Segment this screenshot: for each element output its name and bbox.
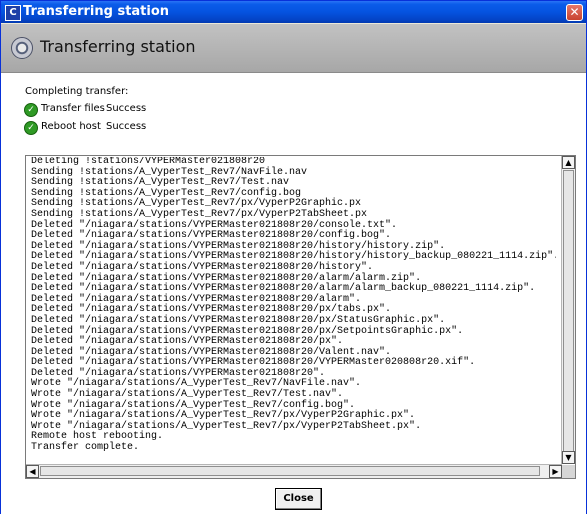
scroll-left-icon[interactable]: ◀ <box>26 465 39 478</box>
step-name: Reboot host <box>41 121 101 132</box>
step-status: Success <box>106 103 147 114</box>
log-line: Sending !stations/A_VyperTest_Rev7/px/Vy… <box>31 208 368 220</box>
close-button[interactable]: Close <box>275 488 322 510</box>
step-name: Transfer files <box>41 103 105 114</box>
step-status: Success <box>106 121 147 132</box>
scroll-up-icon[interactable]: ▲ <box>562 156 575 169</box>
horizontal-scrollbar[interactable]: ◀ ▶ <box>26 464 562 478</box>
scroll-down-icon[interactable]: ▼ <box>562 451 575 464</box>
progress-heading: Completing transfer: <box>25 86 129 97</box>
check-icon: ✓ <box>24 121 38 135</box>
log-line: Deleted "/niagara/stations/VYPERMaster02… <box>31 261 374 273</box>
app-icon: C <box>5 5 21 21</box>
window-title: Transferring station <box>23 4 170 19</box>
log-output[interactable]: Deleting !stations/VYPERMaster021808r20 S… <box>25 155 576 479</box>
log-lines: Deleting !stations/VYPERMaster021808r20 S… <box>31 157 556 463</box>
scroll-corner <box>562 465 575 478</box>
vertical-scrollbar[interactable]: ▲ ▼ <box>561 156 575 464</box>
horizontal-scroll-thumb[interactable] <box>40 466 540 476</box>
log-line: Transfer complete. <box>31 442 140 454</box>
title-bar[interactable]: C Transferring station ✕ <box>1 1 586 23</box>
log-line: Deleted "/niagara/stations/VYPERMaster02… <box>31 314 446 326</box>
dialog-header: Transferring station <box>1 24 586 73</box>
header-title: Transferring station <box>40 37 196 56</box>
station-ring-icon <box>11 37 33 59</box>
check-icon: ✓ <box>24 103 38 117</box>
scroll-right-icon[interactable]: ▶ <box>549 465 562 478</box>
close-window-button[interactable]: ✕ <box>566 4 583 21</box>
vertical-scroll-thumb[interactable] <box>563 170 574 454</box>
log-line: Deleting !stations/VYPERMaster021808r20 <box>31 157 266 167</box>
